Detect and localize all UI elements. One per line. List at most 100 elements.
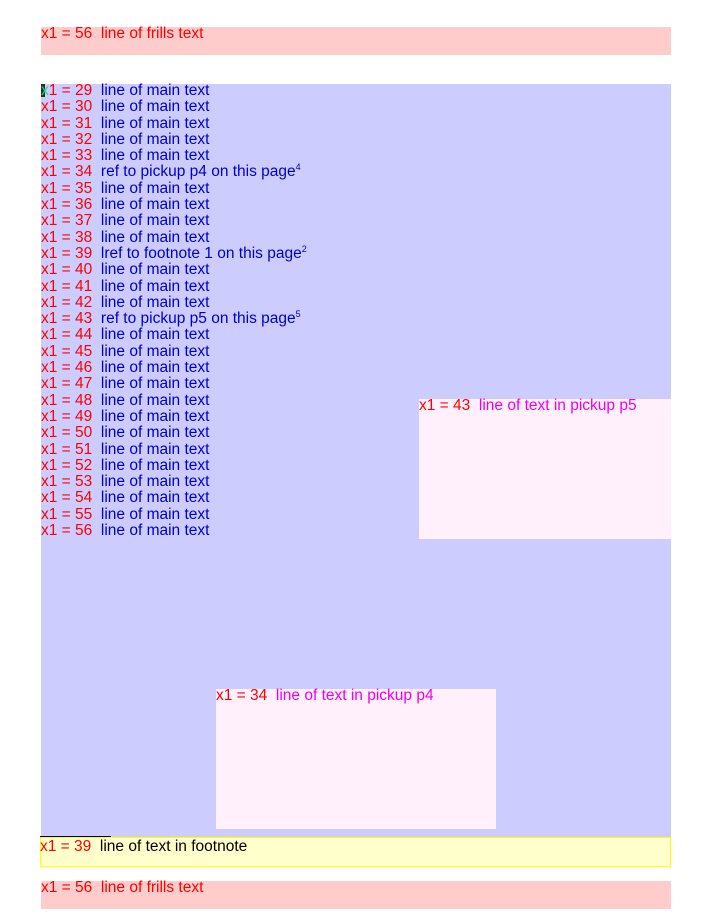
line-text: line of main text <box>100 375 210 393</box>
line-label: x1 = 38 <box>41 228 93 246</box>
line-text: line of text in footnote <box>99 838 248 855</box>
main-text-line: x1 = 49 line of main text <box>41 407 307 425</box>
line-label: x1 = 54 <box>41 489 93 507</box>
line-label: x1 = 32 <box>41 130 93 148</box>
line-label: x1 = 43 <box>41 310 93 328</box>
line-label: x1 = 48 <box>41 391 93 409</box>
main-text-line: x1 = 29 line of main text <box>41 82 307 99</box>
main-text-line: x1 = 39 lref to footnote 1 on this page2 <box>41 244 307 262</box>
line-label: x1 = 56 <box>41 522 93 540</box>
main-text-line: x1 = 43 ref to pickup p5 on this page5 <box>41 309 307 328</box>
main-text-line: x1 = 40 line of main text <box>41 262 307 278</box>
line-text: line of main text <box>100 522 210 540</box>
line-label: x1 = 49 <box>41 407 93 425</box>
main-text-line: x1 = 52 line of main text <box>41 456 307 474</box>
footnote-block: x1 = 39 line of text in footnote <box>40 837 671 867</box>
main-text-line: x1 = 42 line of main text <box>41 293 307 311</box>
main-text-line: x1 = 41 line of main text <box>41 277 307 295</box>
main-text-line: x1 = 31 line of main text <box>41 114 307 132</box>
line-label: x1 = 46 <box>41 359 93 377</box>
main-text-line: x1 = 46 line of main text <box>41 359 307 377</box>
line-text: line of frills text <box>100 25 204 42</box>
line-label: x1 = 51 <box>41 440 93 458</box>
line-label: x1 = 30 <box>41 98 93 116</box>
line-label: x1 = 34 <box>41 163 93 181</box>
line-text: line of main text <box>100 82 210 99</box>
line-label: x1 = 35 <box>41 179 93 197</box>
line-label: x1 = 29 <box>41 82 93 99</box>
line-text: line of main text <box>100 456 210 474</box>
main-text-line: x1 = 47 line of main text <box>41 376 307 392</box>
main-text-line: x1 = 30 line of main text <box>41 99 307 115</box>
main-text-line: x1 = 37 line of main text <box>41 213 307 229</box>
main-text-line: x1 = 34 ref to pickup p4 on this page4 <box>41 162 307 181</box>
line-text: line of main text <box>100 98 210 116</box>
line-text: line of main text <box>100 391 210 409</box>
line-label: x1 = 34 <box>216 687 268 704</box>
main-text-line: x1 = 54 line of main text <box>41 490 307 506</box>
line-text: line of main text <box>100 473 210 491</box>
line-text: line of main text <box>100 261 210 279</box>
line-text: line of main text <box>100 147 210 165</box>
line-label: x1 = 56 <box>41 25 93 42</box>
line-text: line of main text <box>100 440 210 458</box>
main-text-line: x1 = 32 line of main text <box>41 130 307 148</box>
line-text: lref to footnote 1 on this page <box>100 244 302 262</box>
pickup-line: x1 = 34 line of text in pickup p4 <box>216 687 434 704</box>
main-text-line: x1 = 48 line of main text <box>41 391 307 409</box>
text-cursor: x <box>41 82 49 99</box>
line-text: line of main text <box>100 114 210 132</box>
line-label: x1 = 33 <box>41 147 93 165</box>
line-text: line of main text <box>100 130 210 148</box>
line-text: line of main text <box>100 489 210 507</box>
footnote-line: x1 = 39 line of text in footnote <box>40 838 248 855</box>
pickup-p4-block: x1 = 34 line of text in pickup p4 <box>216 687 496 829</box>
pickup-line: x1 = 43 line of text in pickup p5 <box>419 397 637 414</box>
line-label: x1 = 45 <box>41 342 93 360</box>
line-text: ref to pickup p5 on this page <box>100 310 296 328</box>
line-label: x1 = 50 <box>41 424 93 442</box>
line-text: line of main text <box>100 179 210 197</box>
line-label: x1 = 56 <box>41 879 93 896</box>
line-text: ref to pickup p4 on this page <box>100 163 296 181</box>
line-text: line of text in pickup p5 <box>478 397 637 414</box>
line-text: line of main text <box>100 277 210 295</box>
line-label: x1 = 41 <box>41 277 93 295</box>
line-text: line of main text <box>100 407 210 425</box>
line-label: x1 = 44 <box>41 326 93 344</box>
main-text-line: x1 = 53 line of main text <box>41 473 307 491</box>
frills-line: x1 = 56 line of frills text <box>41 25 204 42</box>
footnote-ref-marker[interactable]: 5 <box>296 309 301 319</box>
line-text: line of main text <box>100 293 210 311</box>
line-label: x1 = 39 <box>41 244 93 262</box>
line-label: x1 = 52 <box>41 456 93 474</box>
line-label: x1 = 39 <box>40 838 92 855</box>
line-text: line of text in pickup p4 <box>275 687 434 704</box>
main-text-line: x1 = 44 line of main text <box>41 327 307 343</box>
line-label: x1 = 37 <box>41 212 93 230</box>
line-label: x1 = 55 <box>41 505 93 523</box>
line-text: line of main text <box>100 196 210 214</box>
footnote-ref-marker[interactable]: 2 <box>302 244 307 254</box>
main-text-line: x1 = 35 line of main text <box>41 179 307 197</box>
line-text: line of main text <box>100 228 210 246</box>
footnote-ref-marker[interactable]: 4 <box>296 162 301 172</box>
line-label: x1 = 31 <box>41 114 93 132</box>
line-label: x1 = 40 <box>41 261 93 279</box>
line-label: x1 = 42 <box>41 293 93 311</box>
line-text: line of main text <box>100 326 210 344</box>
main-text-line: x1 = 56 line of main text <box>41 522 307 540</box>
line-text: line of frills text <box>100 879 204 896</box>
main-text-line: x1 = 51 line of main text <box>41 440 307 458</box>
line-text: line of main text <box>100 424 210 442</box>
main-text-line: x1 = 55 line of main text <box>41 505 307 523</box>
line-label: x1 = 53 <box>41 473 93 491</box>
line-text: line of main text <box>100 212 210 230</box>
line-text: line of main text <box>100 359 210 377</box>
line-label: x1 = 36 <box>41 196 93 214</box>
frills-line: x1 = 56 line of frills text <box>41 879 204 896</box>
main-text-line: x1 = 50 line of main text <box>41 425 307 441</box>
pickup-p5-block: x1 = 43 line of text in pickup p5 <box>419 397 671 539</box>
main-text-line: x1 = 45 line of main text <box>41 342 307 360</box>
line-label: x1 = 47 <box>41 375 93 393</box>
